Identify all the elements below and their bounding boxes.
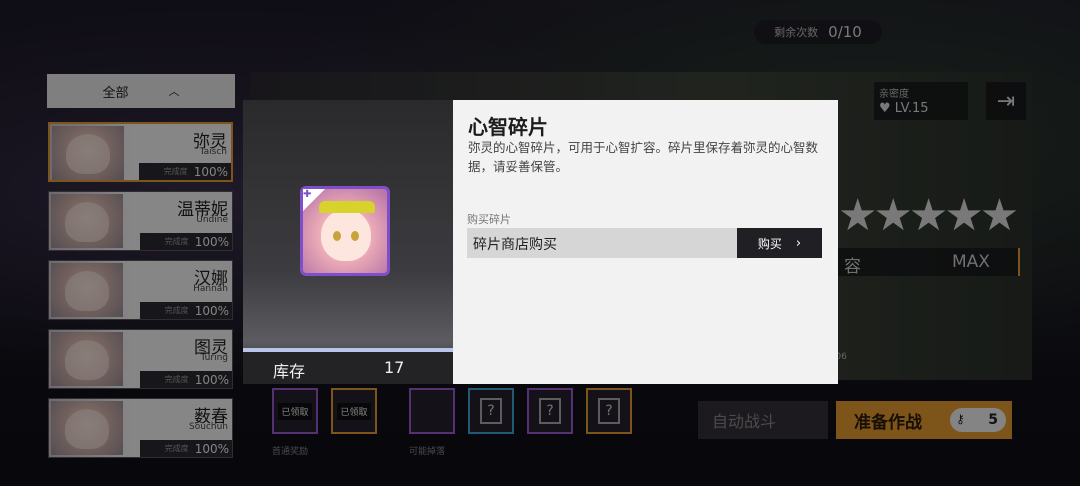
fragment-title: 心智碎片 bbox=[468, 115, 548, 139]
buy-label: 购买 bbox=[757, 236, 782, 251]
buy-button[interactable]: 购买 › bbox=[737, 228, 822, 258]
purchase-section-label: 购买碎片 bbox=[467, 213, 511, 226]
fragment-preview-panel: ✚ 库存 17 bbox=[243, 100, 454, 384]
fragment-info-panel: 心智碎片 弥灵的心智碎片，可用于心智扩容。碎片里保存着弥灵的心智数据，请妥善保管… bbox=[453, 100, 838, 384]
stock-label: 库存 bbox=[273, 362, 306, 381]
chevron-right-icon: › bbox=[795, 235, 802, 251]
fragment-description: 弥灵的心智碎片，可用于心智扩容。碎片里保存着弥灵的心智数据，请妥善保管。 bbox=[468, 140, 819, 174]
stock-bar: 库存 17 bbox=[243, 348, 454, 384]
stock-value: 17 bbox=[384, 358, 405, 377]
shop-label: 碎片商店购买 bbox=[473, 237, 557, 253]
shop-purchase-row: 碎片商店购买 购买 › bbox=[467, 228, 822, 258]
fragment-item-icon: ✚ bbox=[300, 186, 390, 276]
